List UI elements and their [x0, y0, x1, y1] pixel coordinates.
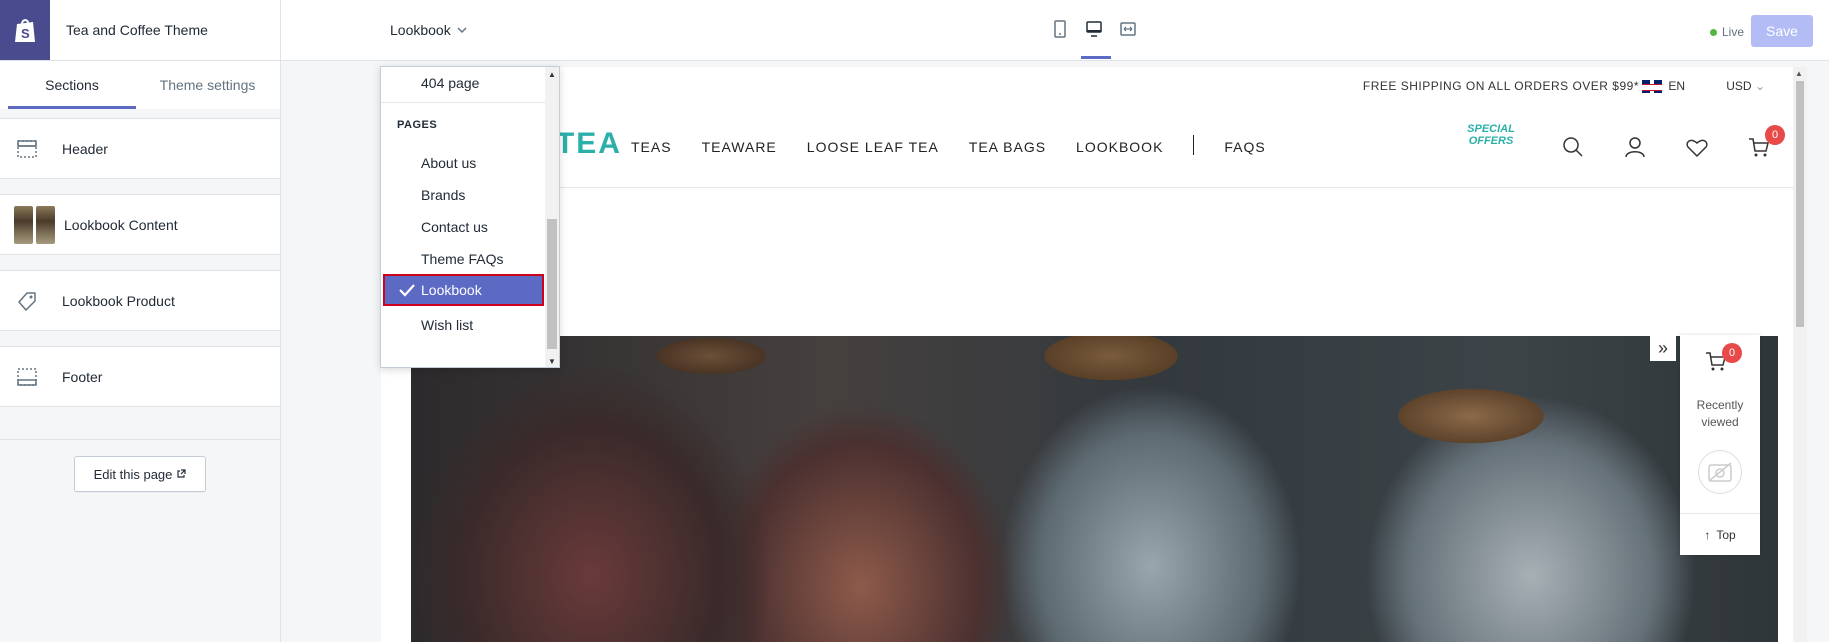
section-label: Header [62, 140, 108, 157]
checkmark-icon [399, 284, 415, 297]
section-label: Lookbook Product [62, 292, 175, 309]
language-label: EN [1668, 79, 1685, 93]
cart-count-badge: 0 [1765, 125, 1785, 145]
header-icons: 0 [1561, 125, 1785, 161]
dropdown-item-theme-faqs[interactable]: Theme FAQs [381, 243, 546, 275]
thumbnail-image [36, 205, 55, 244]
double-chevron-right-icon[interactable]: » [1650, 335, 1676, 361]
top-bar: S Tea and Coffee Theme Lookbook Live Sav… [0, 0, 1829, 61]
shipping-banner: FREE SHIPPING ON ALL ORDERS OVER $99* [1362, 79, 1639, 93]
search-icon[interactable] [1561, 135, 1587, 161]
currency-selector[interactable]: USD ⌄ [1726, 79, 1765, 93]
fullscreen-view-icon[interactable] [1118, 18, 1138, 40]
scroll-up-arrow-icon[interactable]: ▲ [548, 70, 556, 79]
thumbnail-image [14, 205, 33, 244]
preview-scrollbar[interactable]: ▲ [1793, 67, 1807, 642]
theme-name: Tea and Coffee Theme [66, 22, 208, 38]
nav-item-loose-leaf-tea[interactable]: LOOSE LEAF TEA [807, 139, 939, 155]
no-image-icon [1698, 450, 1742, 494]
special-offers-text: SPECIAL OFFERS [1467, 123, 1515, 147]
chevron-down-icon [457, 27, 467, 34]
mobile-view-icon[interactable] [1050, 18, 1070, 40]
special-offers-badge[interactable]: SPECIAL OFFERS [1461, 123, 1521, 167]
cart-icon[interactable]: 0 [1747, 125, 1785, 161]
external-link-icon [177, 469, 186, 478]
arrow-up-icon: ↑ [1704, 527, 1711, 542]
nav-item-teaware[interactable]: TEAWARE [702, 139, 777, 155]
section-lookbook-content[interactable]: Lookbook Content [0, 194, 280, 255]
save-button[interactable]: Save [1751, 15, 1813, 47]
dropdown-item-label: Lookbook [421, 282, 482, 298]
wishlist-heart-icon[interactable] [1685, 135, 1711, 161]
page-selector[interactable]: Lookbook [390, 22, 467, 38]
dropdown-item-about-us[interactable]: About us [381, 147, 546, 179]
sidebar-tabs: Sections Theme settings [0, 61, 280, 109]
sidebar-divider [0, 439, 280, 440]
edit-page-label: Edit this page [93, 466, 173, 482]
lookbook-hero-image [411, 336, 1778, 642]
section-footer[interactable]: Footer [0, 346, 280, 407]
live-label: Live [1722, 25, 1745, 39]
svg-text:S: S [21, 26, 30, 41]
dropdown-item-lookbook[interactable]: Lookbook [383, 274, 544, 306]
nav-item-teas[interactable]: TEAS [631, 139, 672, 155]
dropdown-scrollbar[interactable]: ▲ ▼ [545, 67, 559, 367]
topbar-divider [280, 0, 281, 61]
theme-editor: S Tea and Coffee Theme Lookbook Live Sav… [0, 0, 1829, 642]
device-switcher [1050, 18, 1138, 40]
currency-label: USD [1726, 79, 1752, 93]
dropdown-group-label: PAGES [397, 119, 438, 131]
recently-viewed-label: Recently viewed [1696, 398, 1744, 429]
nav-separator [1193, 135, 1195, 155]
preview-scrollbar-thumb[interactable] [1796, 81, 1804, 327]
dropdown-item-wish-list[interactable]: Wish list [381, 309, 546, 341]
dropdown-scrollbar-thumb[interactable] [547, 219, 557, 349]
header-divider [381, 187, 1807, 188]
dropdown-item-404-page[interactable]: 404 page [381, 67, 546, 99]
top-label: Top [1716, 527, 1736, 542]
active-device-indicator [1081, 56, 1111, 59]
live-dot-icon [1710, 28, 1717, 36]
lookbook-thumbnail-images [14, 205, 55, 244]
nav-item-faqs[interactable]: FAQS [1224, 139, 1265, 155]
shopify-bag-icon: S [15, 19, 35, 42]
main-nav: TEAS TEAWARE LOOSE LEAF TEA TEA BAGS LOO… [631, 135, 1266, 155]
dropdown-item-brands[interactable]: Brands [381, 179, 546, 211]
tab-sections[interactable]: Sections [8, 61, 136, 109]
nav-item-lookbook[interactable]: LOOKBOOK [1076, 139, 1163, 155]
page-dropdown-menu: 404 page PAGES About us Brands Contact u… [380, 66, 560, 368]
chevron-down-icon: ⌄ [1754, 79, 1765, 93]
edit-page-button[interactable]: Edit this page [74, 456, 206, 492]
dropdown-item-contact-us[interactable]: Contact us [381, 211, 546, 243]
shopify-logo[interactable]: S [0, 0, 50, 60]
tab-theme-settings[interactable]: Theme settings [140, 61, 275, 109]
back-to-top-button[interactable]: ↑ Top [1680, 513, 1760, 555]
language-selector[interactable]: EN [1642, 79, 1685, 93]
section-label: Lookbook Content [64, 216, 178, 233]
account-icon[interactable] [1623, 135, 1649, 161]
scroll-down-arrow-icon[interactable]: ▼ [548, 357, 556, 366]
header-icon [16, 139, 56, 159]
recently-viewed-panel: 0 Recently viewed ↑ Top [1680, 335, 1760, 555]
footer-icon [16, 367, 56, 387]
section-lookbook-product[interactable]: Lookbook Product [0, 270, 280, 331]
dropdown-separator [381, 102, 546, 103]
section-label: Footer [62, 368, 103, 385]
uk-flag-icon [1642, 79, 1663, 93]
scroll-up-arrow-icon[interactable]: ▲ [1795, 69, 1803, 78]
tag-icon [16, 290, 56, 312]
nav-item-tea-bags[interactable]: TEA BAGS [969, 139, 1046, 155]
rv-cart-count-badge: 0 [1722, 343, 1742, 363]
desktop-view-icon[interactable] [1084, 18, 1104, 40]
live-status: Live [1710, 25, 1744, 39]
sidebar: Sections Theme settings Header Lookbook … [0, 61, 281, 642]
page-selector-label: Lookbook [390, 22, 451, 38]
section-header[interactable]: Header [0, 118, 280, 179]
store-preview: FREE SHIPPING ON ALL ORDERS OVER $99* EN… [381, 67, 1807, 642]
